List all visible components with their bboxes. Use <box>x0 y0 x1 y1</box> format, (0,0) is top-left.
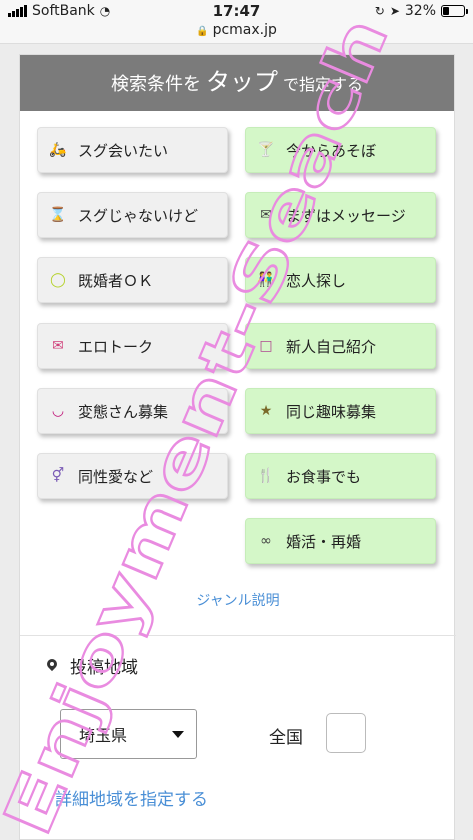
heart-envelope-icon: ✉ <box>52 338 64 354</box>
header-text-1: 検索条件を <box>110 74 201 94</box>
genre-right-button-3[interactable]: □ 新人自己紹介 <box>245 323 436 369</box>
genre-label: スグじゃないけど <box>78 206 199 225</box>
genre-label: スグ会いたい <box>78 141 169 160</box>
cocktail-icon: 🍸 <box>257 142 275 158</box>
location-pin-icon <box>47 659 57 673</box>
mask-icon: ◡ <box>51 403 65 419</box>
status-bar: SoftBank ◔ 17:47 ↻ ➤ 32% <box>0 0 473 22</box>
rings-icon: ∞ <box>260 533 272 549</box>
genre-left-button-4[interactable]: ◡ 変態さん募集 <box>37 388 228 434</box>
genre-label: お食事でも <box>286 467 362 486</box>
genre-label: 同性愛など <box>78 467 154 486</box>
profile-icon: □ <box>259 338 273 354</box>
url-bar[interactable]: 🔒 pcmax.jp <box>0 22 473 44</box>
header-text-2: タップ <box>205 69 278 96</box>
detail-area-link[interactable]: 詳細地域を指定する <box>55 785 208 810</box>
scooter-icon: 🛵 <box>49 142 67 158</box>
genre-right-button-2[interactable]: 👫 恋人探し <box>245 257 436 303</box>
genre-left-button-5[interactable]: ⚥ 同性愛など <box>37 453 228 499</box>
genre-label: 同じ趣味募集 <box>286 402 377 421</box>
lock-icon: 🔒 <box>196 26 209 37</box>
genre-label: まずはメッセージ <box>286 206 406 225</box>
envelope-icon: ✉ <box>260 207 272 223</box>
fork-knife-icon: 🍴 <box>257 468 275 484</box>
genre-label: 今からあそぼ <box>286 141 377 160</box>
genre-label: 恋人探し <box>286 271 347 290</box>
couple-icon: 👫 <box>257 272 275 288</box>
hourglass-icon: ⌛ <box>49 207 67 223</box>
search-header: 検索条件を タップ で指定する <box>20 55 454 111</box>
area-heading: 投稿地域 <box>47 653 138 678</box>
divider <box>20 635 456 636</box>
genre-left-button-0[interactable]: 🛵 スグ会いたい <box>37 127 228 173</box>
header-text-3: で指定する <box>283 77 364 94</box>
genre-right-button-1[interactable]: ✉ まずはメッセージ <box>245 192 436 238</box>
location-icon: ➤ <box>389 4 400 18</box>
genre-label: 新人自己紹介 <box>286 337 377 356</box>
genre-label: 既婚者ＯＫ <box>78 271 154 290</box>
genre-right-button-6[interactable]: ∞ 婚活・再婚 <box>245 518 436 564</box>
ring-icon: ◯ <box>50 272 66 288</box>
nationwide-checkbox[interactable] <box>326 713 366 753</box>
caret-down-icon <box>172 731 184 738</box>
url-text: pcmax.jp <box>212 22 277 38</box>
genre-right-button-5[interactable]: 🍴 お食事でも <box>245 453 436 499</box>
search-card: 検索条件を タップ で指定する 🛵 スグ会いたい ⌛ スグじゃないけど ◯ 既婚者ＯＫ ✉ エ… <box>19 54 456 840</box>
battery-percent: 32% <box>404 3 436 19</box>
genre-right-button-4[interactable]: ★ 同じ趣味募集 <box>245 388 436 434</box>
genre-label: 変態さん募集 <box>78 402 169 421</box>
prefecture-value: 埼玉県 <box>79 726 128 745</box>
genre-right-button-0[interactable]: 🍸 今からあそぼ <box>245 127 436 173</box>
hobby-icon: ★ <box>259 403 273 419</box>
genre-left-button-2[interactable]: ◯ 既婚者ＯＫ <box>37 257 228 303</box>
rotation-lock-icon: ↻ <box>374 4 385 18</box>
gender-icon: ⚥ <box>51 468 65 484</box>
genre-help-link[interactable]: ジャンル説明 <box>20 590 456 610</box>
battery-icon <box>441 5 468 17</box>
genre-label: 婚活・再婚 <box>286 532 362 551</box>
area-title: 投稿地域 <box>70 658 138 678</box>
genre-left-button-3[interactable]: ✉ エロトーク <box>37 323 228 369</box>
genre-label: エロトーク <box>78 337 154 356</box>
prefecture-select[interactable]: 埼玉県 <box>60 709 197 759</box>
nationwide-label: 全国 <box>269 728 303 748</box>
genre-left-button-1[interactable]: ⌛ スグじゃないけど <box>37 192 228 238</box>
